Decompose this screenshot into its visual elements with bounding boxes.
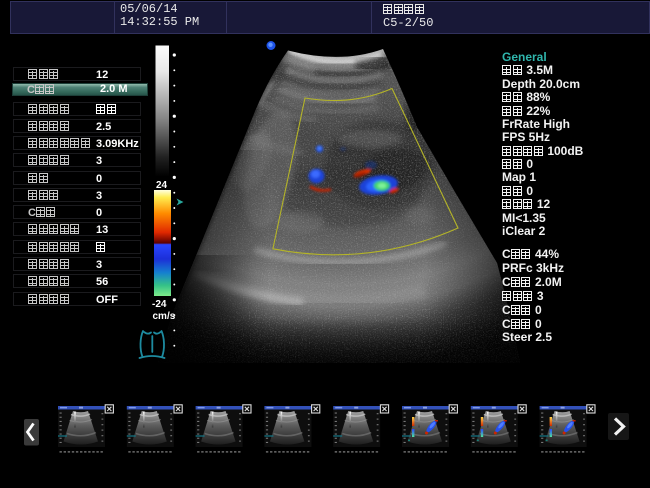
svg-text:cm/s: cm/s xyxy=(153,311,176,322)
svg-text:24: 24 xyxy=(156,180,168,191)
svg-text:-24: -24 xyxy=(152,299,167,310)
